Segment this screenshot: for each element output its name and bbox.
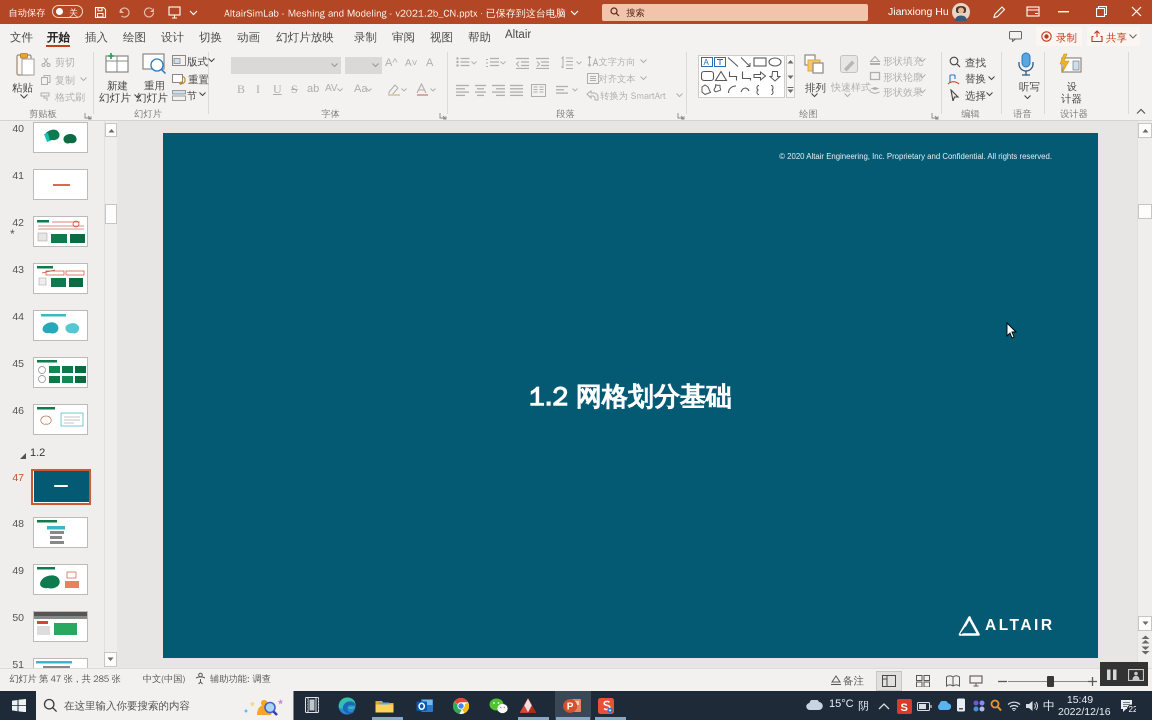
svg-text:A: A xyxy=(704,58,710,67)
svg-text:S: S xyxy=(901,702,908,714)
svg-text:P: P xyxy=(567,702,574,713)
svg-text:22: 22 xyxy=(1129,705,1137,713)
